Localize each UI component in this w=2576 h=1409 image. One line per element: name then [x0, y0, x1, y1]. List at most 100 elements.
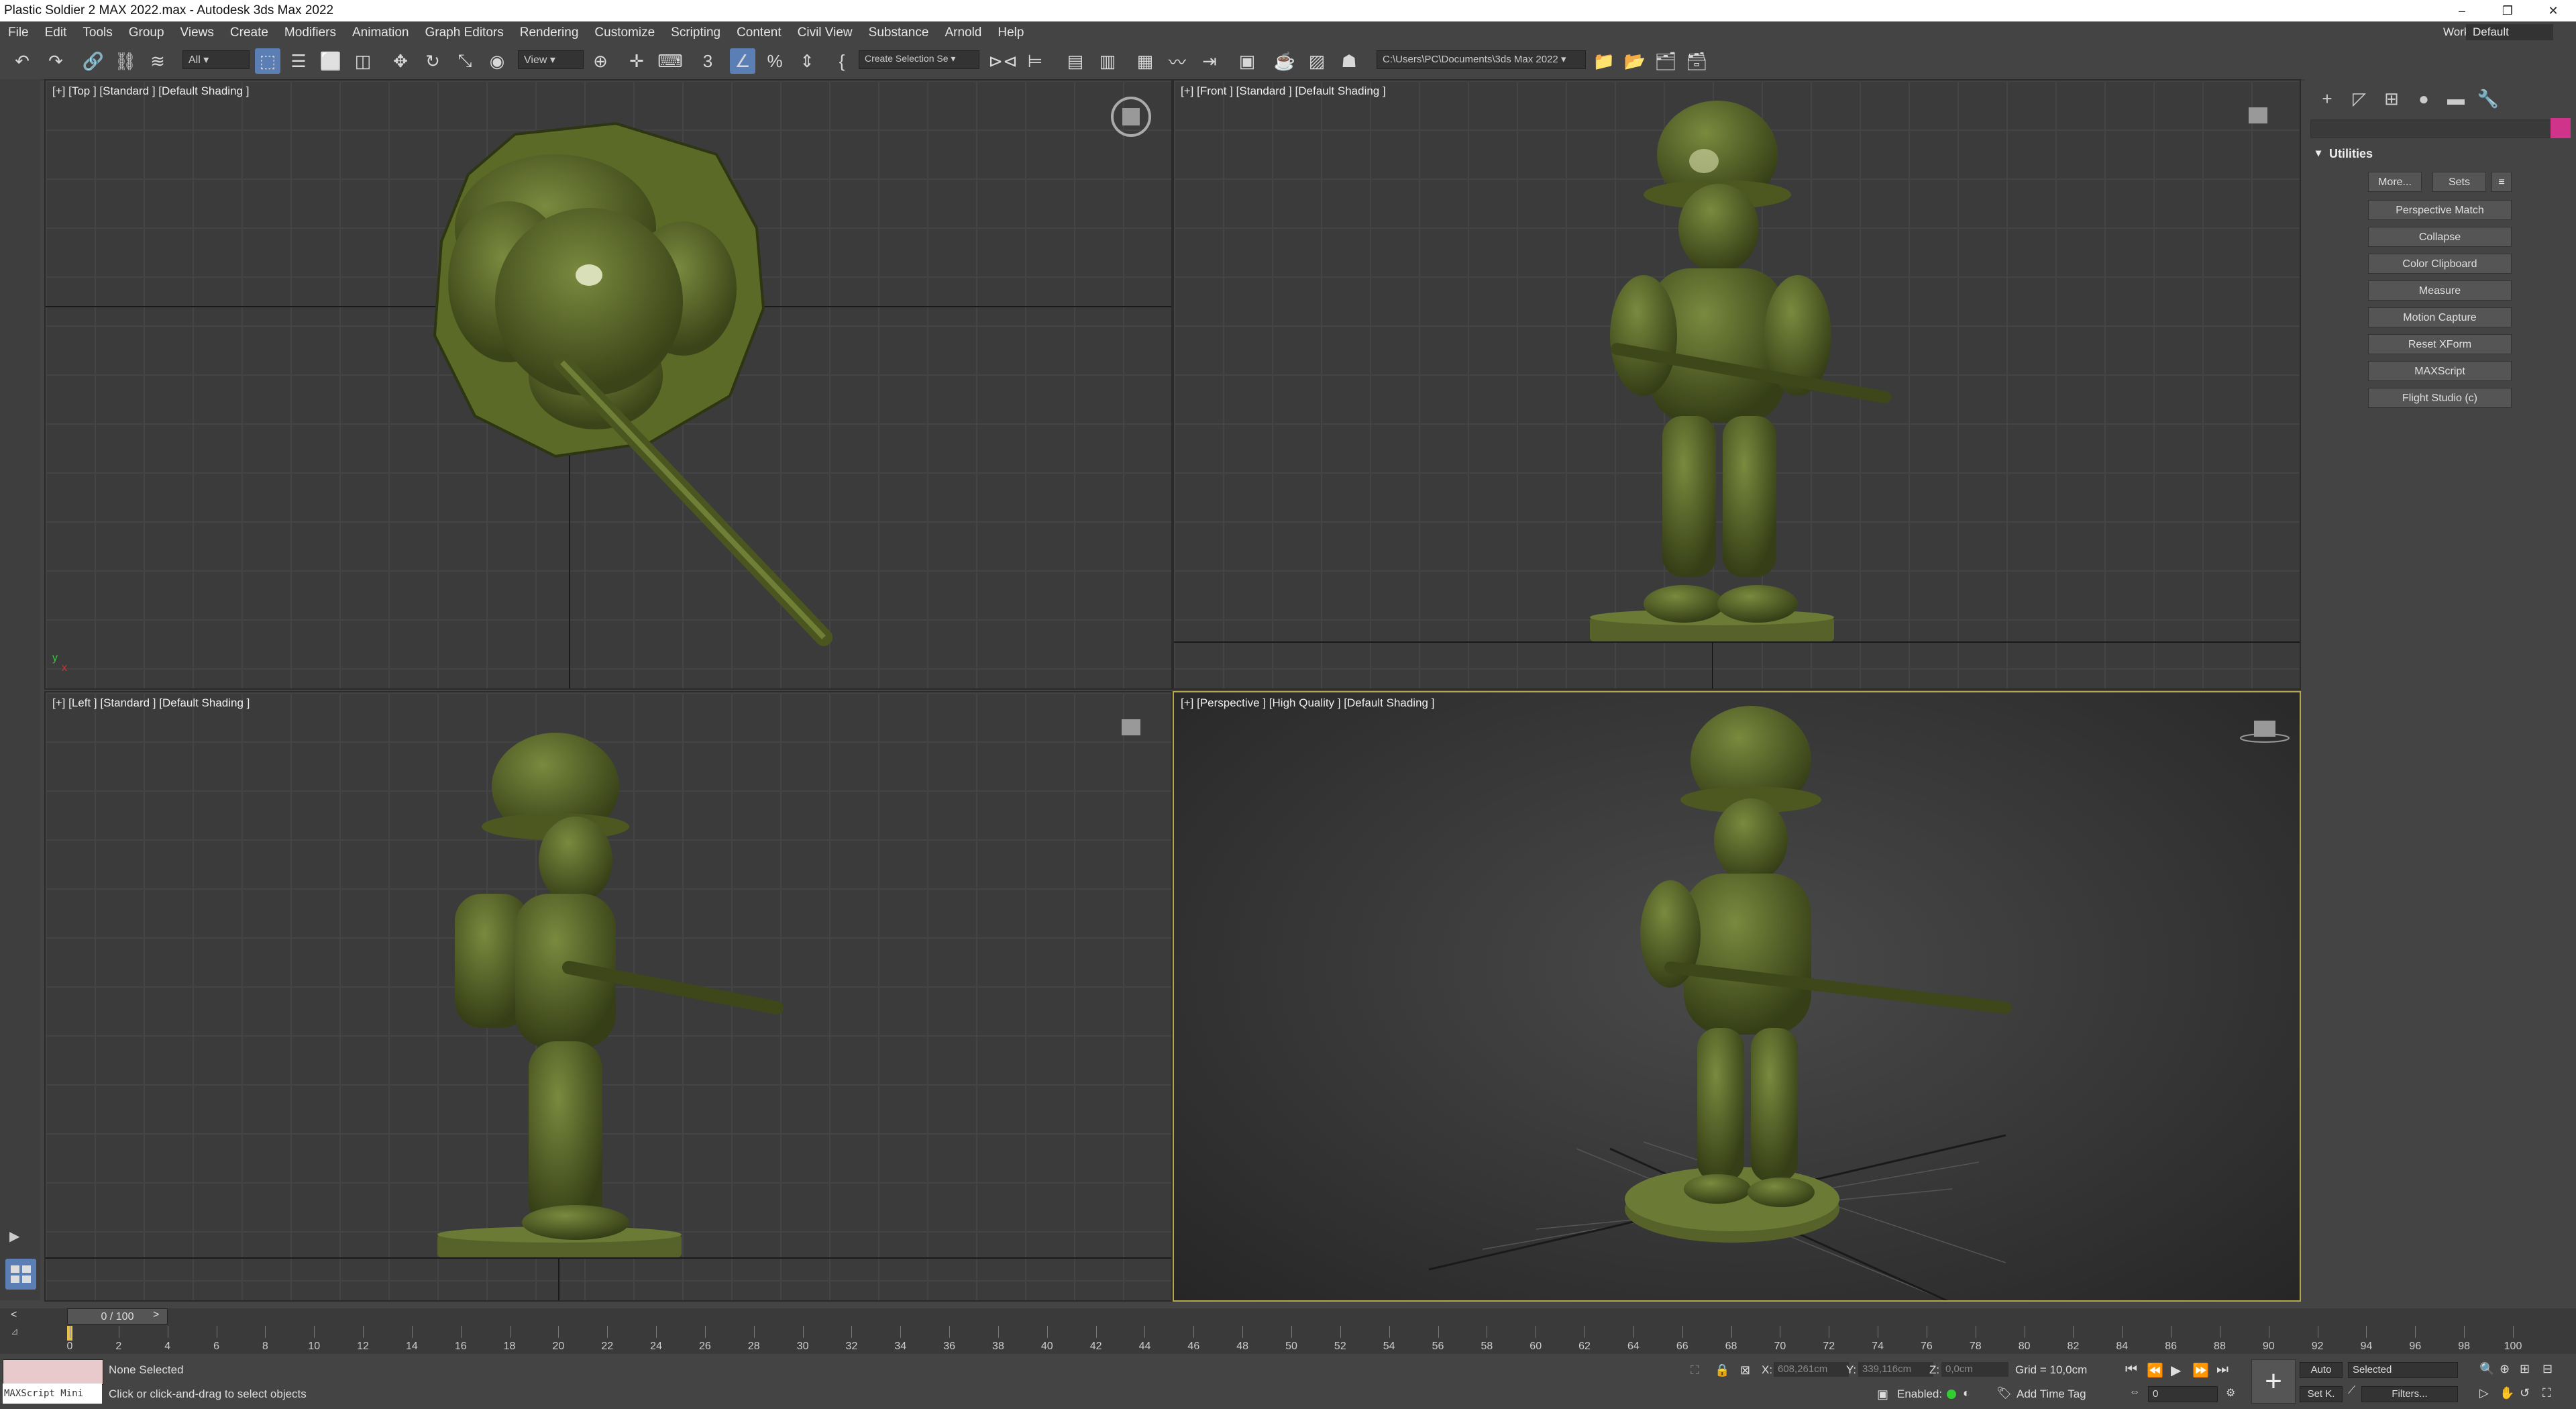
project-path-dropdown[interactable]: C:\Users\PC\Documents\3ds Max 2022 ▾	[1377, 50, 1586, 69]
key-mode-icon[interactable]: ⇔	[2129, 1386, 2140, 1398]
field-of-view-icon[interactable]: ▷	[2479, 1386, 2489, 1400]
pan-view-icon[interactable]: ✋	[2500, 1386, 2514, 1400]
project-manager-icon[interactable]: 🗃	[1684, 48, 1709, 74]
selected-key-filter-dropdown[interactable]: Selected	[2348, 1362, 2458, 1378]
material-editor-icon[interactable]: ▣	[1234, 48, 1260, 74]
mirror-icon[interactable]: ⊳⊲	[988, 48, 1018, 74]
curve-editor-icon[interactable]: 〰	[1165, 48, 1190, 74]
maxscript-listener-field[interactable]	[3, 1359, 103, 1385]
go-to-start-icon[interactable]: ⏮	[2125, 1362, 2137, 1377]
isolate-selection-icon[interactable]: ⛶	[1690, 1363, 1699, 1377]
maximize-viewport-icon[interactable]: ⛶	[2542, 1386, 2551, 1400]
render-setup-icon[interactable]: ☕	[1272, 48, 1297, 74]
zoom-all-icon[interactable]: ⊕	[2500, 1362, 2510, 1376]
z-coord-field[interactable]: 0,0cm	[1941, 1362, 2008, 1377]
render-production-icon[interactable]: ☗	[1336, 48, 1362, 74]
rendered-frame-icon[interactable]: ▨	[1304, 48, 1330, 74]
percent-snap-icon[interactable]: %	[762, 48, 788, 74]
project-folder-icon[interactable]: 📁	[1591, 48, 1617, 74]
time-configuration-icon[interactable]: ⚙	[2226, 1386, 2235, 1400]
auto-key-button[interactable]: Auto	[2300, 1362, 2343, 1378]
layer-explorer-icon[interactable]: ▥	[1095, 48, 1120, 74]
absolute-mode-icon[interactable]: ⊠	[1740, 1363, 1750, 1377]
toggle-ribbon-icon[interactable]: ▦	[1132, 48, 1158, 74]
scale-icon[interactable]: ⤡	[452, 48, 478, 74]
menu-help[interactable]: Help	[998, 25, 1024, 40]
open-folder-icon[interactable]: 📂	[1622, 48, 1648, 74]
perspective-match-button[interactable]: Perspective Match	[2368, 200, 2512, 220]
y-coord-field[interactable]: 339,116cm	[1858, 1362, 1933, 1377]
redo-icon[interactable]: ↷	[43, 48, 68, 74]
selection-filter-dropdown[interactable]: All ▾	[182, 50, 250, 69]
more-button[interactable]: More...	[2368, 172, 2422, 192]
select-manipulate-icon[interactable]: ✛	[624, 48, 649, 74]
close-button[interactable]: ✕	[2530, 0, 2576, 21]
place-icon[interactable]: ◉	[484, 48, 510, 74]
edit-named-sets-icon[interactable]: {	[829, 48, 855, 74]
object-color-swatch[interactable]	[2551, 118, 2571, 138]
track-bar[interactable]: ⊿ 0 2 4 6 8 10 12 14 16 18 20 22 24 26 28 30 32 34 36 38 40 4…	[0, 1324, 2576, 1354]
default-tangent-icon[interactable]: ⟋	[2348, 1385, 2355, 1397]
time-tag-icon[interactable]: 🏷	[1996, 1386, 2012, 1400]
flight-studio-button[interactable]: Flight Studio (c)	[2368, 388, 2512, 408]
create-tab-icon[interactable]: +	[2316, 89, 2339, 109]
menu-tools[interactable]: Tools	[83, 25, 112, 40]
unlink-icon[interactable]: ⛓	[113, 48, 138, 74]
utilities-rollout-title[interactable]: Utilities	[2310, 144, 2571, 164]
menu-civil-view[interactable]: Civil View	[798, 25, 853, 40]
zoom-icon[interactable]: 🔍	[2479, 1362, 2494, 1376]
move-icon[interactable]: ✥	[388, 48, 413, 74]
measure-button[interactable]: Measure	[2368, 280, 2512, 301]
sets-button[interactable]: Sets	[2432, 172, 2486, 192]
track-bar-mini-curve-icon[interactable]: ⊿	[11, 1326, 54, 1339]
menu-modifiers[interactable]: Modifiers	[284, 25, 336, 40]
motion-tab-icon[interactable]: ●	[2412, 89, 2435, 109]
link-icon[interactable]: 🔗	[80, 48, 106, 74]
schematic-view-icon[interactable]: ⇥	[1197, 48, 1222, 74]
configure-sets-icon[interactable]: ≡	[2491, 172, 2512, 192]
select-object-icon[interactable]: ⬚	[255, 48, 280, 74]
minimize-button[interactable]: –	[2439, 0, 2485, 21]
adaptive-degradation-icon[interactable]: ▣	[1877, 1388, 1888, 1402]
viewport-layout-icon[interactable]	[5, 1259, 36, 1290]
selection-set-dropdown[interactable]: Create Selection Se ▾	[859, 50, 979, 69]
selection-lock-icon[interactable]: 🔒	[1715, 1363, 1729, 1377]
modify-tab-icon[interactable]: ◸	[2348, 89, 2371, 109]
time-slider[interactable]: < 0 / 100 >	[0, 1308, 2576, 1324]
menu-group[interactable]: Group	[129, 25, 164, 40]
menu-file[interactable]: File	[8, 25, 29, 40]
menu-substance[interactable]: Substance	[869, 25, 929, 40]
x-coord-field[interactable]: 608,261cm	[1774, 1362, 1849, 1377]
recent-folder-icon[interactable]: 🗂	[1653, 48, 1678, 74]
menu-create[interactable]: Create	[230, 25, 268, 40]
rect-selection-region-icon[interactable]: ⬜	[318, 48, 343, 74]
viewport-left[interactable]: [+] [Left ] [Standard ] [Default Shading…	[44, 691, 1173, 1302]
collapse-button[interactable]: Collapse	[2368, 227, 2512, 247]
zoom-extents-all-icon[interactable]: ⊟	[2542, 1362, 2553, 1376]
bind-spacewarp-icon[interactable]: ≋	[145, 48, 170, 74]
scene-explorer-icon[interactable]: ▤	[1063, 48, 1088, 74]
key-filters-button[interactable]: Filters...	[2361, 1386, 2458, 1402]
zoom-extents-icon[interactable]: ⊞	[2520, 1362, 2530, 1376]
expand-arrow-icon[interactable]: ▶	[9, 1228, 19, 1245]
menu-graph-editors[interactable]: Graph Editors	[425, 25, 504, 40]
pivot-center-icon[interactable]: ⊕	[588, 48, 613, 74]
enabled-indicator[interactable]	[1947, 1390, 1956, 1399]
slider-next-icon[interactable]: >	[153, 1309, 159, 1321]
snaps-toggle-icon[interactable]: 3	[695, 48, 720, 74]
align-icon[interactable]: ⊨	[1022, 48, 1048, 74]
menu-animation[interactable]: Animation	[352, 25, 409, 40]
utilities-tab-icon[interactable]: 🔧	[2477, 89, 2500, 109]
go-to-end-icon[interactable]: ⏭	[2216, 1362, 2229, 1377]
display-tab-icon[interactable]: ▬	[2445, 89, 2467, 109]
add-time-tag[interactable]: Add Time Tag	[2017, 1388, 2086, 1401]
ref-coord-dropdown[interactable]: View ▾	[518, 50, 584, 69]
maxscript-button[interactable]: MAXScript	[2368, 361, 2512, 381]
color-clipboard-button[interactable]: Color Clipboard	[2368, 254, 2512, 274]
undo-icon[interactable]: ↶	[9, 48, 35, 74]
restore-button[interactable]: ❐	[2485, 0, 2530, 21]
slider-prev-icon[interactable]: <	[11, 1309, 17, 1321]
viewport-front[interactable]: [+] [Front ] [Standard ] [Default Shadin…	[1173, 79, 2301, 690]
angle-snap-icon[interactable]: ∠	[730, 48, 755, 74]
time-config-icon[interactable]: ◐	[1963, 1386, 1970, 1400]
